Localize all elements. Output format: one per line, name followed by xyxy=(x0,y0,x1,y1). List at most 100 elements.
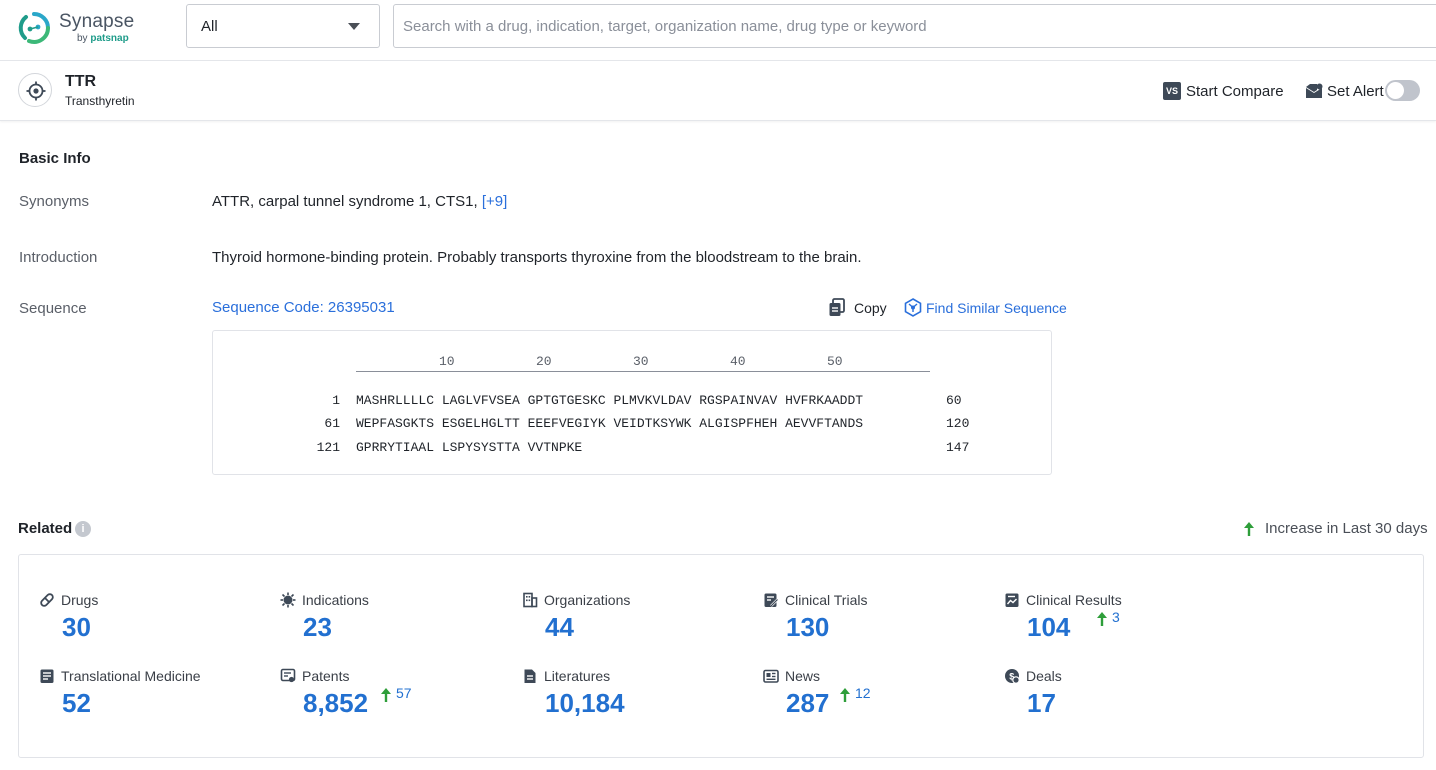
stat-increase-value: 57 xyxy=(396,685,412,701)
virus-icon xyxy=(280,592,296,608)
synonyms-value: ATTR, carpal tunnel syndrome 1, CTS1, [+… xyxy=(212,193,507,210)
stat-increase-value: 12 xyxy=(855,685,871,701)
find-similar-label: Find Similar Sequence xyxy=(926,300,1067,316)
sequence-row-start: 1 xyxy=(285,393,340,408)
stat-label: Organizations xyxy=(544,592,630,608)
handshake-icon: $ xyxy=(1004,668,1020,684)
stat-clinical-results[interactable]: Clinical Results 104 3 xyxy=(1004,591,1224,651)
stat-drugs[interactable]: Drugs 30 xyxy=(39,591,259,651)
stat-literatures[interactable]: Literatures 10,184 xyxy=(522,667,742,727)
stat-label: Deals xyxy=(1026,668,1062,684)
search-scope-value: All xyxy=(201,18,218,35)
sequence-row-start: 61 xyxy=(285,416,340,431)
ruler-tick: 50 xyxy=(827,354,843,369)
increase-legend-label: Increase in Last 30 days xyxy=(1265,520,1428,537)
target-icon xyxy=(18,73,52,107)
ruler-tick: 20 xyxy=(536,354,552,369)
alert-toggle[interactable] xyxy=(1385,80,1420,101)
stat-increase: 57 xyxy=(380,685,412,705)
pill-icon xyxy=(39,592,55,608)
stat-value: 287 xyxy=(786,688,829,719)
stat-value: 44 xyxy=(545,612,574,643)
set-alert-button[interactable]: Set Alert xyxy=(1305,81,1384,101)
building-icon xyxy=(522,592,538,608)
stat-label: News xyxy=(785,668,820,684)
start-compare-label: Start Compare xyxy=(1186,83,1284,100)
start-compare-button[interactable]: VS Start Compare xyxy=(1163,81,1284,101)
copy-button[interactable]: Copy xyxy=(828,298,887,317)
target-header: TTR Transthyretin VS Start Compare Set A… xyxy=(0,61,1436,121)
sequence-row-start: 121 xyxy=(285,440,340,455)
introduction-text: Thyroid hormone-binding protein. Probabl… xyxy=(212,249,862,266)
chevron-down-icon xyxy=(348,23,360,30)
brand-name: Synapse xyxy=(59,11,134,33)
stat-label: Patents xyxy=(302,668,349,684)
stat-value: 130 xyxy=(786,612,829,643)
stat-value: 8,852 xyxy=(303,688,368,719)
info-icon[interactable]: i xyxy=(75,521,91,537)
arrow-up-icon xyxy=(839,685,851,705)
compare-icon: VS xyxy=(1163,82,1181,100)
brand-by: by patsnap xyxy=(77,33,129,44)
arrow-up-icon xyxy=(1096,609,1108,629)
brand-company: patsnap xyxy=(90,33,128,44)
document-icon xyxy=(522,668,538,684)
synapse-logo[interactable]: Synapse by patsnap xyxy=(17,9,147,49)
stat-translational-medicine[interactable]: Translational Medicine 52 xyxy=(39,667,259,727)
stat-value: 52 xyxy=(62,688,91,719)
toggle-knob xyxy=(1387,82,1404,99)
molecule-icon xyxy=(904,298,922,317)
target-symbol: TTR xyxy=(65,73,96,91)
increase-legend: Increase in Last 30 days xyxy=(1243,520,1428,537)
related-stats-panel: Drugs 30 Indications 23 Organizations 44… xyxy=(18,554,1424,758)
patent-icon xyxy=(280,668,296,684)
stat-indications[interactable]: Indications 23 xyxy=(280,591,500,651)
stat-label: Drugs xyxy=(61,592,98,608)
stat-news[interactable]: News 287 12 xyxy=(763,667,983,727)
sequence-row-residues: MASHRLLLLC LAGLVFVSEA GPTGTGESKC PLMVKVL… xyxy=(356,393,863,408)
synonyms-label: Synonyms xyxy=(19,193,89,210)
stat-deals[interactable]: $ Deals 17 xyxy=(1004,667,1224,727)
top-bar: Synapse by patsnap All xyxy=(0,0,1436,61)
set-alert-label: Set Alert xyxy=(1327,83,1384,100)
introduction-label: Introduction xyxy=(19,249,97,266)
ruler-tick: 40 xyxy=(730,354,746,369)
synonyms-more-link[interactable]: [+9] xyxy=(482,193,507,210)
copy-label: Copy xyxy=(854,300,887,316)
stat-label: Clinical Results xyxy=(1026,592,1122,608)
clipboard-icon xyxy=(763,592,779,608)
sequence-code-link[interactable]: Sequence Code: 26395031 xyxy=(212,299,395,316)
stat-increase-value: 3 xyxy=(1112,609,1120,625)
stat-value: 10,184 xyxy=(545,688,625,719)
book-icon xyxy=(39,668,55,684)
stat-value: 23 xyxy=(303,612,332,643)
stat-label: Literatures xyxy=(544,668,610,684)
search-input[interactable] xyxy=(393,4,1436,48)
target-full-name: Transthyretin xyxy=(65,94,135,108)
find-similar-sequence-button[interactable]: Find Similar Sequence xyxy=(904,298,1067,317)
related-title: Related xyxy=(18,520,72,537)
sequence-row-residues: GPRRYTIAAL LSPYSYSTTA VVTNPKE xyxy=(356,440,582,455)
stat-label: Clinical Trials xyxy=(785,592,867,608)
basic-info-title: Basic Info xyxy=(19,150,91,167)
synapse-logo-icon xyxy=(17,11,51,45)
stat-organizations[interactable]: Organizations 44 xyxy=(522,591,742,651)
sequence-label: Sequence xyxy=(19,300,87,317)
alert-icon xyxy=(1305,83,1323,99)
sequence-ruler-line xyxy=(356,371,930,372)
arrow-up-icon xyxy=(1243,521,1255,537)
stat-clinical-trials[interactable]: Clinical Trials 130 xyxy=(763,591,983,651)
stat-increase: 12 xyxy=(839,685,871,705)
stat-patents[interactable]: Patents 8,852 57 xyxy=(280,667,500,727)
sequence-row-end: 60 xyxy=(946,393,962,408)
stat-value: 17 xyxy=(1027,688,1056,719)
sequence-row-end: 147 xyxy=(946,440,969,455)
chart-doc-icon xyxy=(1004,592,1020,608)
arrow-up-icon xyxy=(380,685,392,705)
news-icon xyxy=(763,668,779,684)
search-scope-select[interactable]: All xyxy=(186,4,380,48)
stat-value: 30 xyxy=(62,612,91,643)
copy-icon xyxy=(828,298,846,317)
stat-label: Translational Medicine xyxy=(61,668,201,684)
stat-increase: 3 xyxy=(1096,609,1120,629)
